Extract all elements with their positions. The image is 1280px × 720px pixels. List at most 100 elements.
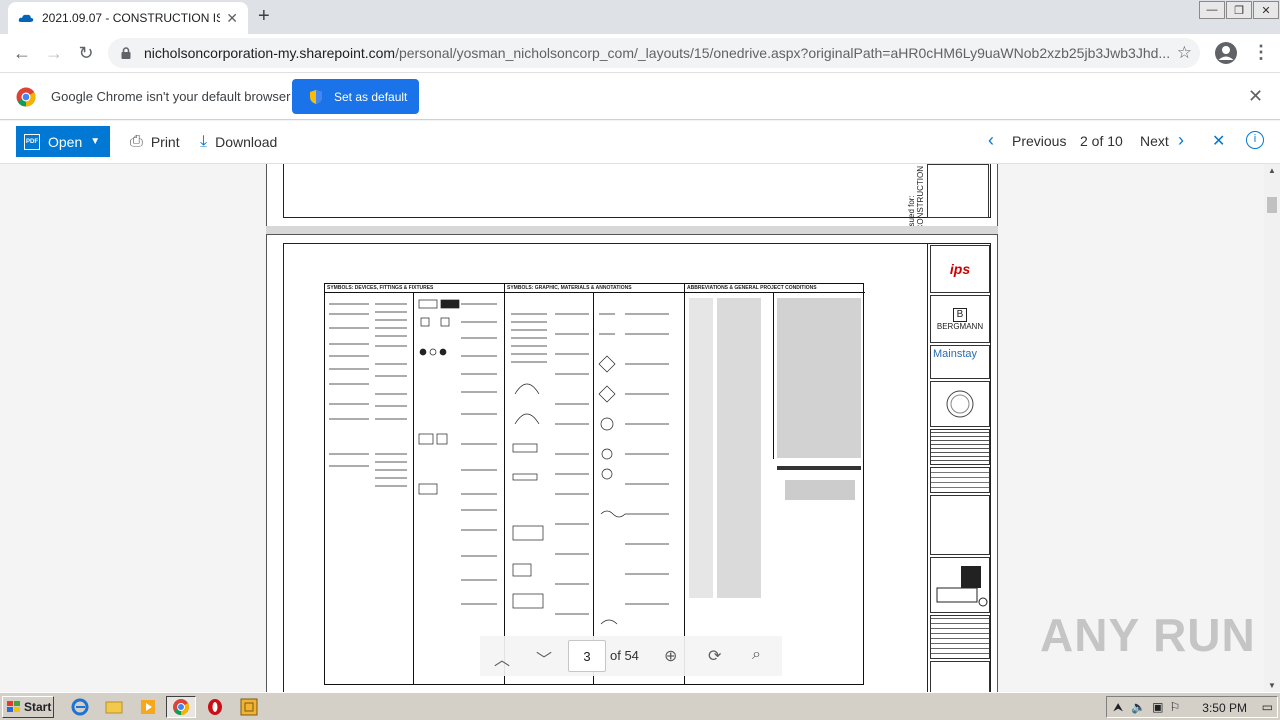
page-number-input[interactable]: 3 bbox=[568, 640, 606, 672]
key-plan bbox=[930, 557, 990, 613]
chevron-left-icon[interactable]: ‹ bbox=[988, 130, 994, 151]
ips-logo: ips bbox=[930, 245, 990, 293]
seal-stamp bbox=[930, 381, 990, 427]
media-player-icon[interactable] bbox=[138, 697, 158, 717]
minimize-button[interactable]: — bbox=[1199, 1, 1225, 19]
shield-icon bbox=[310, 89, 322, 104]
taskbar-clock: 3:50 PM bbox=[1202, 701, 1247, 715]
onedrive-icon bbox=[18, 14, 34, 22]
bergmann-mark-icon: B bbox=[953, 307, 967, 322]
close-viewer-icon[interactable]: ✕ bbox=[1212, 131, 1225, 151]
chevron-right-icon[interactable]: › bbox=[1178, 130, 1184, 151]
volume-icon[interactable]: 🔈 bbox=[1131, 700, 1146, 714]
titleblock: ips B BERGMANN Mainstay bbox=[927, 243, 991, 692]
viewer-command-bar: PDF Open ▼ ⎙ Print ⤓ Download ‹ Previous… bbox=[0, 121, 1280, 164]
devices-heading: SYMBOLS: DEVICES, FITTINGS & FIXTURES bbox=[325, 284, 504, 293]
sheet-info-table bbox=[930, 615, 990, 659]
chevron-down-icon: ▼ bbox=[90, 136, 101, 147]
revision-table bbox=[930, 429, 990, 465]
zoom-in-icon[interactable]: ⊕ bbox=[664, 646, 677, 666]
download-button[interactable]: ⤓ Download bbox=[200, 133, 277, 151]
print-button[interactable]: ⎙ Print bbox=[130, 133, 180, 151]
page-separator bbox=[266, 226, 998, 234]
rotate-icon[interactable]: ⟳ bbox=[708, 646, 721, 666]
browser-menu-icon[interactable]: ⋮ bbox=[1252, 42, 1270, 63]
project-info bbox=[930, 467, 990, 493]
bookmark-star-icon[interactable]: ☆ bbox=[1177, 43, 1192, 63]
chrome-logo-icon bbox=[16, 87, 36, 107]
page-total: of 54 bbox=[610, 648, 639, 663]
pdf-page-2: ssued for: CONSTRUCTION bbox=[266, 164, 998, 231]
search-icon[interactable]: ⌕ bbox=[752, 646, 761, 664]
folder-icon[interactable] bbox=[104, 697, 124, 717]
page-navigation-bar: ︿ ﹀ 3 of 54 ⊕ ⟳ ⌕ bbox=[480, 636, 782, 676]
graphic-heading: SYMBOLS: GRAPHIC, MATERIALS & ANNOTATION… bbox=[505, 284, 684, 293]
reload-icon[interactable]: ↻ bbox=[70, 37, 102, 69]
open-label: Open bbox=[48, 133, 83, 150]
info-icon[interactable]: i bbox=[1246, 131, 1264, 149]
download-icon: ⤓ bbox=[200, 133, 208, 150]
chrome-icon bbox=[173, 699, 190, 716]
set-as-default-button[interactable]: Set as default bbox=[292, 79, 419, 114]
legend-symbols-graphic bbox=[329, 298, 861, 625]
infobar-close-icon[interactable]: ✕ bbox=[1248, 86, 1263, 107]
scrollbar-thumb[interactable] bbox=[1267, 197, 1277, 213]
page-border bbox=[283, 164, 991, 218]
next-page-chevron-down-icon[interactable]: ﹀ bbox=[536, 646, 552, 670]
vertical-scrollbar[interactable]: ▲ ▼ bbox=[1264, 164, 1280, 692]
print-label: Print bbox=[150, 134, 180, 150]
previous-button[interactable]: Previous bbox=[1012, 133, 1066, 149]
drawing-info bbox=[930, 495, 990, 555]
abbreviations-heading: ABBREVIATIONS & GENERAL PROJECT CONDITIO… bbox=[685, 284, 865, 293]
browser-toolbar: ← → ↻ nicholsoncorporation-my.sharepoint… bbox=[0, 34, 1280, 72]
next-button[interactable]: Next bbox=[1140, 133, 1169, 149]
previous-page-chevron-up-icon[interactable]: ︿ bbox=[494, 646, 510, 670]
windows-taskbar: Start ⮝ 🔈 ▣ ⚐ 3:50 PM ▭ bbox=[0, 692, 1280, 720]
key-plan-graphic bbox=[936, 566, 988, 607]
app-icon[interactable] bbox=[239, 697, 259, 717]
browser-tab[interactable]: 2021.09.07 - CONSTRUCTION ISSUE ✕ bbox=[8, 2, 248, 34]
url-path: /personal/yosman_nicholsoncorp_com/_layo… bbox=[395, 45, 1171, 61]
restore-button[interactable]: ❐ bbox=[1226, 1, 1252, 19]
internet-explorer-icon[interactable] bbox=[70, 697, 90, 717]
show-desktop-icon[interactable]: ▭ bbox=[1262, 700, 1273, 714]
back-arrow-icon[interactable]: ← bbox=[6, 37, 38, 69]
sheet-number-box bbox=[930, 661, 990, 692]
new-tab-button[interactable]: + bbox=[258, 6, 270, 26]
windows-flag-icon bbox=[7, 701, 20, 712]
scroll-down-arrow-icon[interactable]: ▼ bbox=[1268, 681, 1276, 690]
system-tray: ⮝ 🔈 ▣ ⚐ 3:50 PM ▭ bbox=[1106, 696, 1278, 718]
anyrun-watermark: ANY RUN bbox=[1040, 609, 1256, 661]
address-bar[interactable]: nicholsoncorporation-my.sharepoint.com/p… bbox=[108, 38, 1200, 68]
infobar-message: Google Chrome isn't your default browser bbox=[51, 89, 291, 104]
flag-icon[interactable]: ⚐ bbox=[1170, 700, 1181, 714]
open-button[interactable]: PDF Open ▼ bbox=[16, 126, 110, 157]
opera-icon[interactable] bbox=[205, 697, 225, 717]
issued-for-label: ssued for: CONSTRUCTION bbox=[907, 166, 925, 231]
forward-arrow-icon[interactable]: → bbox=[38, 37, 70, 69]
engineer-seal-icon bbox=[946, 390, 974, 418]
titleblock-stamp bbox=[927, 164, 989, 218]
tab-close-icon[interactable]: ✕ bbox=[226, 10, 238, 27]
close-window-button[interactable]: ✕ bbox=[1253, 1, 1279, 19]
download-label: Download bbox=[215, 134, 278, 150]
default-browser-infobar: Google Chrome isn't your default browser… bbox=[0, 72, 1280, 120]
url-text: nicholsoncorporation-my.sharepoint.com/p… bbox=[144, 45, 1174, 61]
bergmann-logo: B BERGMANN bbox=[930, 295, 990, 343]
start-button[interactable]: Start bbox=[2, 696, 54, 718]
mainstay-logo: Mainstay bbox=[930, 345, 990, 379]
scroll-up-arrow-icon[interactable]: ▲ bbox=[1268, 166, 1276, 175]
network-icon[interactable]: ▣ bbox=[1152, 700, 1163, 714]
tab-strip: 2021.09.07 - CONSTRUCTION ISSUE ✕ + — ❐ … bbox=[0, 0, 1280, 34]
legend-sheet: SYMBOLS: DEVICES, FITTINGS & FIXTURES SY… bbox=[324, 283, 865, 685]
printer-icon: ⎙ bbox=[130, 133, 143, 150]
tray-expand-icon[interactable]: ⮝ bbox=[1113, 700, 1123, 715]
start-label: Start bbox=[24, 700, 52, 714]
window-controls: — ❐ ✕ bbox=[1199, 0, 1280, 20]
url-host: nicholsoncorporation-my.sharepoint.com bbox=[144, 45, 396, 61]
pdf-file-icon: PDF bbox=[24, 133, 40, 150]
file-position: 2 of 10 bbox=[1080, 133, 1123, 149]
lock-icon bbox=[121, 47, 131, 59]
profile-avatar-icon[interactable] bbox=[1214, 41, 1238, 65]
set-as-default-label: Set as default bbox=[334, 89, 408, 104]
